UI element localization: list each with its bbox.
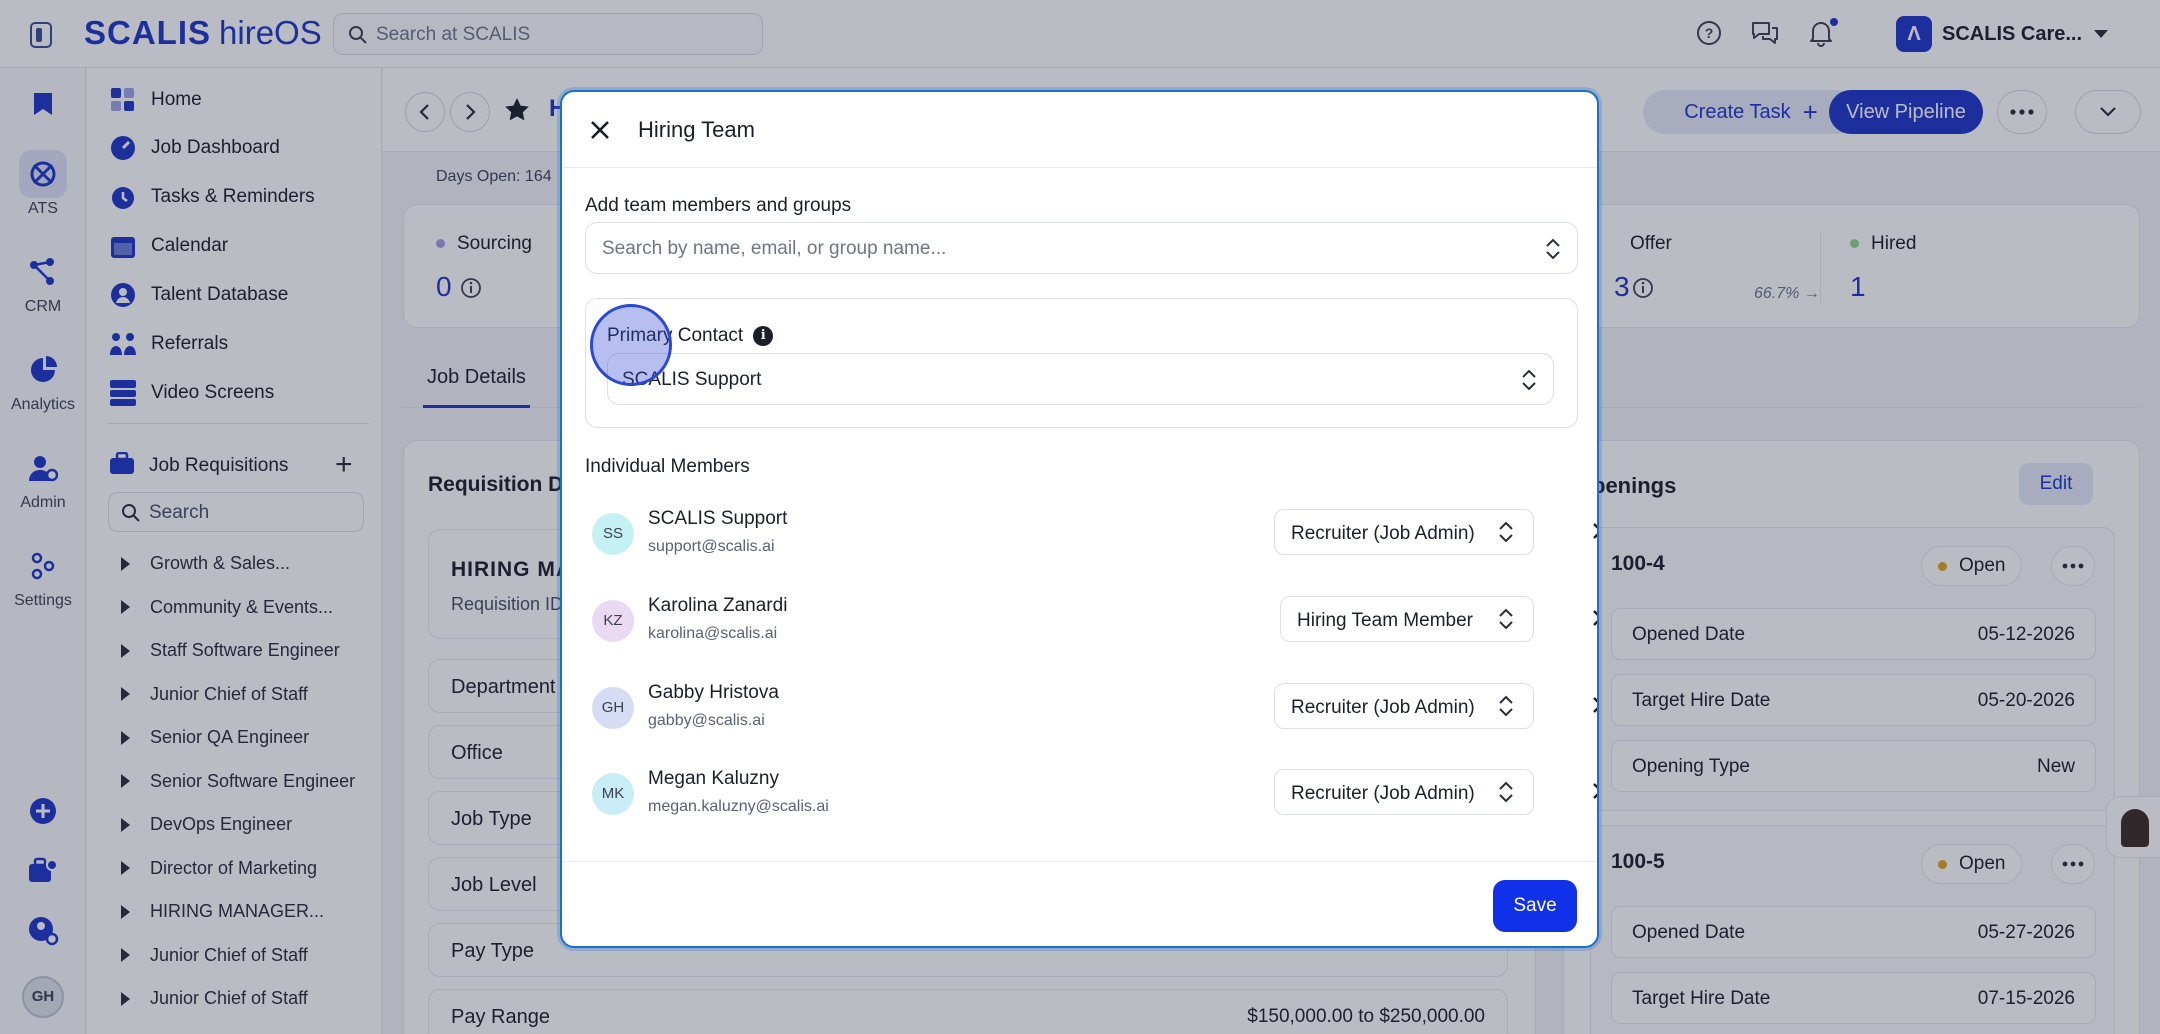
member-name: Gabby Hristova: [648, 682, 779, 703]
member-role-select[interactable]: Hiring Team Member: [1280, 596, 1534, 642]
member-name: Megan Kaluzny: [648, 768, 779, 789]
remove-member-button[interactable]: [1588, 518, 1597, 544]
member-email: megan.kaluzny@scalis.ai: [648, 798, 829, 815]
primary-contact-select[interactable]: SCALIS Support: [607, 353, 1554, 405]
avatar: MK: [592, 773, 634, 815]
select-arrows-icon: [1499, 608, 1513, 630]
close-icon: [1593, 610, 1597, 626]
modal-footer-divider: [562, 861, 1597, 862]
remove-member-button[interactable]: [1588, 692, 1597, 718]
avatar: GH: [592, 687, 634, 729]
avatar: KZ: [592, 600, 634, 642]
modal-header: Hiring Team: [562, 92, 1597, 168]
member-role-select[interactable]: Recruiter (Job Admin): [1274, 769, 1534, 815]
member-role-select[interactable]: Recruiter (Job Admin): [1274, 509, 1534, 555]
remove-member-button[interactable]: [1588, 605, 1597, 631]
remove-member-button[interactable]: [1588, 778, 1597, 804]
member-email: karolina@scalis.ai: [648, 625, 778, 642]
close-icon: [1593, 783, 1597, 799]
member-search-input[interactable]: Search by name, email, or group name...: [585, 222, 1578, 274]
member-row: GH Gabby Hristova gabby@scalis.ai Recrui…: [592, 672, 1597, 742]
individual-members-label: Individual Members: [585, 456, 750, 477]
member-row: KZ Karolina Zanardi karolina@scalis.ai H…: [592, 585, 1597, 655]
select-arrows-icon: [1522, 369, 1536, 391]
select-arrows-icon: [1499, 521, 1513, 543]
member-name: Karolina Zanardi: [648, 595, 788, 616]
member-email: support@scalis.ai: [648, 538, 775, 555]
close-icon: [1593, 697, 1597, 713]
modal-title: Hiring Team: [638, 117, 755, 142]
hiring-team-modal: Hiring Team Add team members and groups …: [560, 90, 1599, 948]
select-arrows-icon: [1499, 695, 1513, 717]
save-button[interactable]: Save: [1493, 880, 1577, 932]
close-icon: [591, 121, 609, 139]
add-members-label: Add team members and groups: [585, 195, 852, 216]
member-row: MK Megan Kaluzny megan.kaluzny@scalis.ai…: [592, 758, 1597, 828]
close-icon: [1593, 523, 1597, 539]
cursor-highlight: [590, 304, 672, 386]
select-arrows-icon: [1499, 781, 1513, 803]
member-name: SCALIS Support: [648, 508, 788, 529]
member-email: gabby@scalis.ai: [648, 712, 765, 729]
info-icon[interactable]: i: [753, 326, 774, 346]
close-button[interactable]: [586, 116, 614, 144]
primary-contact-section: Primary Contact i SCALIS Support: [585, 298, 1578, 428]
avatar: SS: [592, 513, 634, 555]
member-role-select[interactable]: Recruiter (Job Admin): [1274, 683, 1534, 729]
member-row: SS SCALIS Support support@scalis.ai Recr…: [592, 498, 1597, 568]
select-arrows-icon: [1546, 238, 1560, 260]
